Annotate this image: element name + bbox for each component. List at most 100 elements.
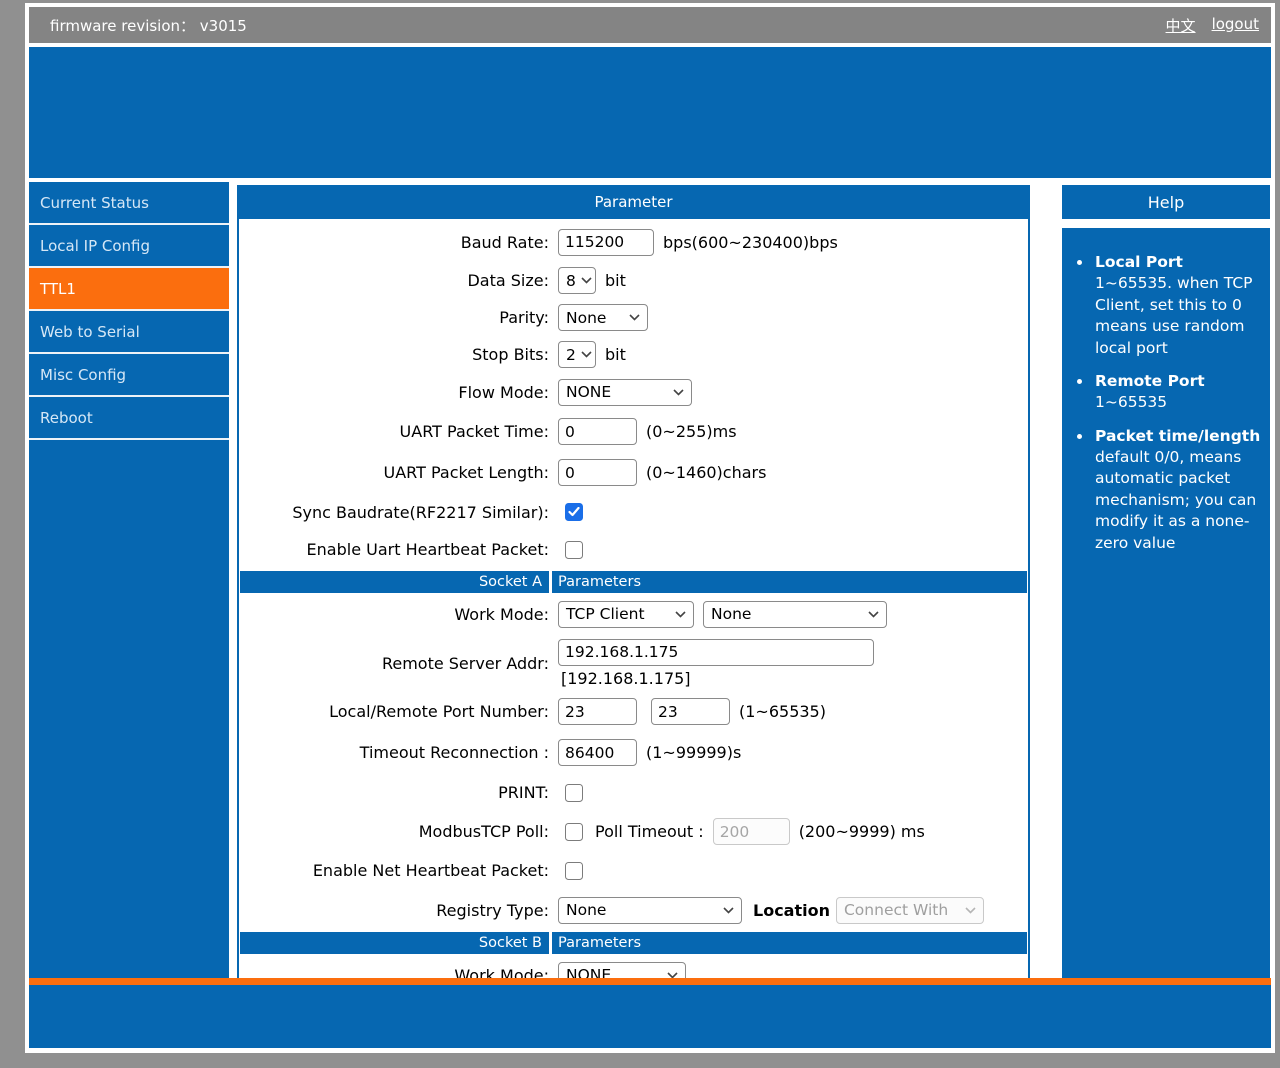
sidebar-item-label: Local IP Config	[40, 237, 150, 255]
sidebar-item-label: TTL1	[40, 280, 76, 298]
chevron-down-icon	[581, 277, 592, 284]
registry-type-select[interactable]: None	[558, 897, 742, 924]
sidebar-item-reboot[interactable]: Reboot	[29, 397, 229, 440]
footer-bar	[29, 985, 1271, 1048]
flow-mode-row: Flow Mode: NONE	[239, 373, 1028, 411]
uart-packet-time-input[interactable]	[558, 418, 637, 445]
sync-baudrate-checkbox[interactable]	[565, 503, 583, 521]
chevron-down-icon	[675, 611, 686, 618]
print-checkbox[interactable]	[565, 784, 583, 802]
timeout-reconnection-row: Timeout Reconnection : (1~99999)s	[239, 732, 1028, 773]
header-banner	[29, 47, 1271, 178]
data-size-select[interactable]: 8	[558, 267, 596, 294]
data-size-row: Data Size: 8 bit	[239, 262, 1028, 299]
uart-packet-length-label: UART Packet Length:	[239, 463, 558, 482]
poll-timeout-unit: (200~9999) ms	[799, 822, 925, 841]
uart-heartbeat-row: Enable Uart Heartbeat Packet:	[239, 531, 1028, 568]
sidebar-item-label: Reboot	[40, 409, 93, 427]
local-port-input[interactable]	[558, 698, 637, 725]
select-value: 8	[566, 272, 576, 290]
sidebar-item-misc-config[interactable]: Misc Config	[29, 354, 229, 397]
help-item-body: 1~65535	[1095, 392, 1262, 413]
chevron-down-icon	[673, 389, 684, 396]
select-value: NONE	[566, 966, 611, 978]
sidebar-item-label: Web to Serial	[40, 323, 140, 341]
page-container: firmware revision： v3015 中文 logout Curre…	[25, 3, 1275, 1053]
data-size-unit: bit	[605, 271, 626, 290]
chevron-down-icon	[723, 907, 734, 914]
socket-a-subtitle: Parameters	[552, 574, 641, 590]
socket-b-title: Socket B	[240, 932, 552, 954]
net-heartbeat-label: Enable Net Heartbeat Packet:	[239, 861, 558, 880]
modbus-poll-label: ModbusTCP Poll:	[239, 822, 558, 841]
remote-port-input[interactable]	[651, 698, 730, 725]
work-mode-b-label: Work Mode:	[239, 966, 558, 979]
help-item-title: Remote Port	[1095, 371, 1262, 392]
select-value: Connect With	[844, 901, 948, 919]
chevron-down-icon	[581, 351, 592, 358]
help-item-body: default 0/0, means automatic packet mech…	[1095, 447, 1262, 554]
flow-mode-select[interactable]: NONE	[558, 379, 692, 406]
uart-heartbeat-label: Enable Uart Heartbeat Packet:	[239, 540, 558, 559]
parameter-form: Baud Rate: bps(600~230400)bps Data Size:…	[237, 219, 1030, 978]
timeout-reconnection-unit: (1~99999)s	[646, 743, 741, 762]
remote-server-addr-label: Remote Server Addr:	[239, 654, 558, 673]
print-label: PRINT:	[239, 783, 558, 802]
remote-server-addr-input[interactable]	[558, 639, 874, 666]
socket-b-subtitle: Parameters	[552, 935, 641, 951]
topbar-links: 中文 logout	[1166, 15, 1259, 36]
parity-select[interactable]: None	[558, 304, 648, 331]
location-select[interactable]: Connect With	[836, 897, 984, 924]
work-mode-a-row: Work Mode: TCP Client None	[239, 593, 1028, 635]
sidebar-item-ttl1[interactable]: TTL1	[29, 268, 229, 311]
port-number-unit: (1~65535)	[739, 702, 826, 721]
baud-rate-row: Baud Rate: bps(600~230400)bps	[239, 222, 1028, 262]
modbus-poll-checkbox[interactable]	[565, 823, 583, 841]
parity-label: Parity:	[239, 308, 558, 327]
select-value: None	[711, 605, 751, 623]
work-mode-a-select[interactable]: TCP Client	[558, 601, 694, 628]
uart-heartbeat-checkbox[interactable]	[565, 541, 583, 559]
timeout-reconnection-input[interactable]	[558, 739, 637, 766]
chevron-down-icon	[629, 314, 640, 321]
socket-a-header: Socket A Parameters	[240, 571, 1027, 593]
help-item-body: 1~65535. when TCP Client, set this to 0 …	[1095, 273, 1262, 359]
logout-link[interactable]: logout	[1212, 15, 1259, 36]
uart-packet-length-input[interactable]	[558, 459, 637, 486]
select-value: NONE	[566, 383, 611, 401]
location-label: Location	[753, 901, 830, 920]
work-mode-a-sub-select[interactable]: None	[703, 601, 887, 628]
net-heartbeat-checkbox[interactable]	[565, 862, 583, 880]
help-panel: Local Port 1~65535. when TCP Client, set…	[1062, 228, 1270, 978]
work-mode-b-row: Work Mode: NONE	[239, 954, 1028, 978]
timeout-reconnection-label: Timeout Reconnection :	[239, 743, 558, 762]
baud-rate-input[interactable]	[558, 229, 654, 256]
sync-baudrate-row: Sync Baudrate(RF2217 Similar):	[239, 493, 1028, 531]
checkmark-icon	[568, 507, 580, 517]
parameter-panel: Parameter Baud Rate: bps(600~230400)bps …	[237, 185, 1030, 978]
modbus-poll-row: ModbusTCP Poll: Poll Timeout : (200~9999…	[239, 812, 1028, 851]
sidebar-item-local-ip-config[interactable]: Local IP Config	[29, 225, 229, 268]
data-size-label: Data Size:	[239, 271, 558, 290]
registry-type-label: Registry Type:	[239, 901, 558, 920]
help-item-title: Packet time/length	[1095, 426, 1262, 447]
select-value: None	[566, 901, 606, 919]
chevron-down-icon	[965, 907, 976, 914]
sync-baudrate-label: Sync Baudrate(RF2217 Similar):	[239, 503, 558, 522]
sidebar-item-label: Misc Config	[40, 366, 126, 384]
help-item: Packet time/length default 0/0, means au…	[1093, 426, 1262, 554]
language-link[interactable]: 中文	[1166, 15, 1196, 36]
firmware-revision-text: firmware revision： v3015	[50, 15, 247, 36]
port-number-row: Local/Remote Port Number: (1~65535)	[239, 691, 1028, 732]
work-mode-b-select[interactable]: NONE	[558, 962, 686, 979]
sidebar-item-current-status[interactable]: Current Status	[29, 182, 229, 225]
stop-bits-unit: bit	[605, 345, 626, 364]
help-panel-title: Help	[1062, 185, 1270, 219]
socket-a-title: Socket A	[240, 571, 552, 593]
sidebar-item-web-to-serial[interactable]: Web to Serial	[29, 311, 229, 354]
uart-packet-length-unit: (0~1460)chars	[646, 463, 766, 482]
poll-timeout-input[interactable]	[713, 818, 790, 845]
select-value: TCP Client	[566, 605, 645, 623]
sidebar-nav: Current Status Local IP Config TTL1 Web …	[29, 182, 229, 978]
stop-bits-select[interactable]: 2	[558, 341, 596, 368]
